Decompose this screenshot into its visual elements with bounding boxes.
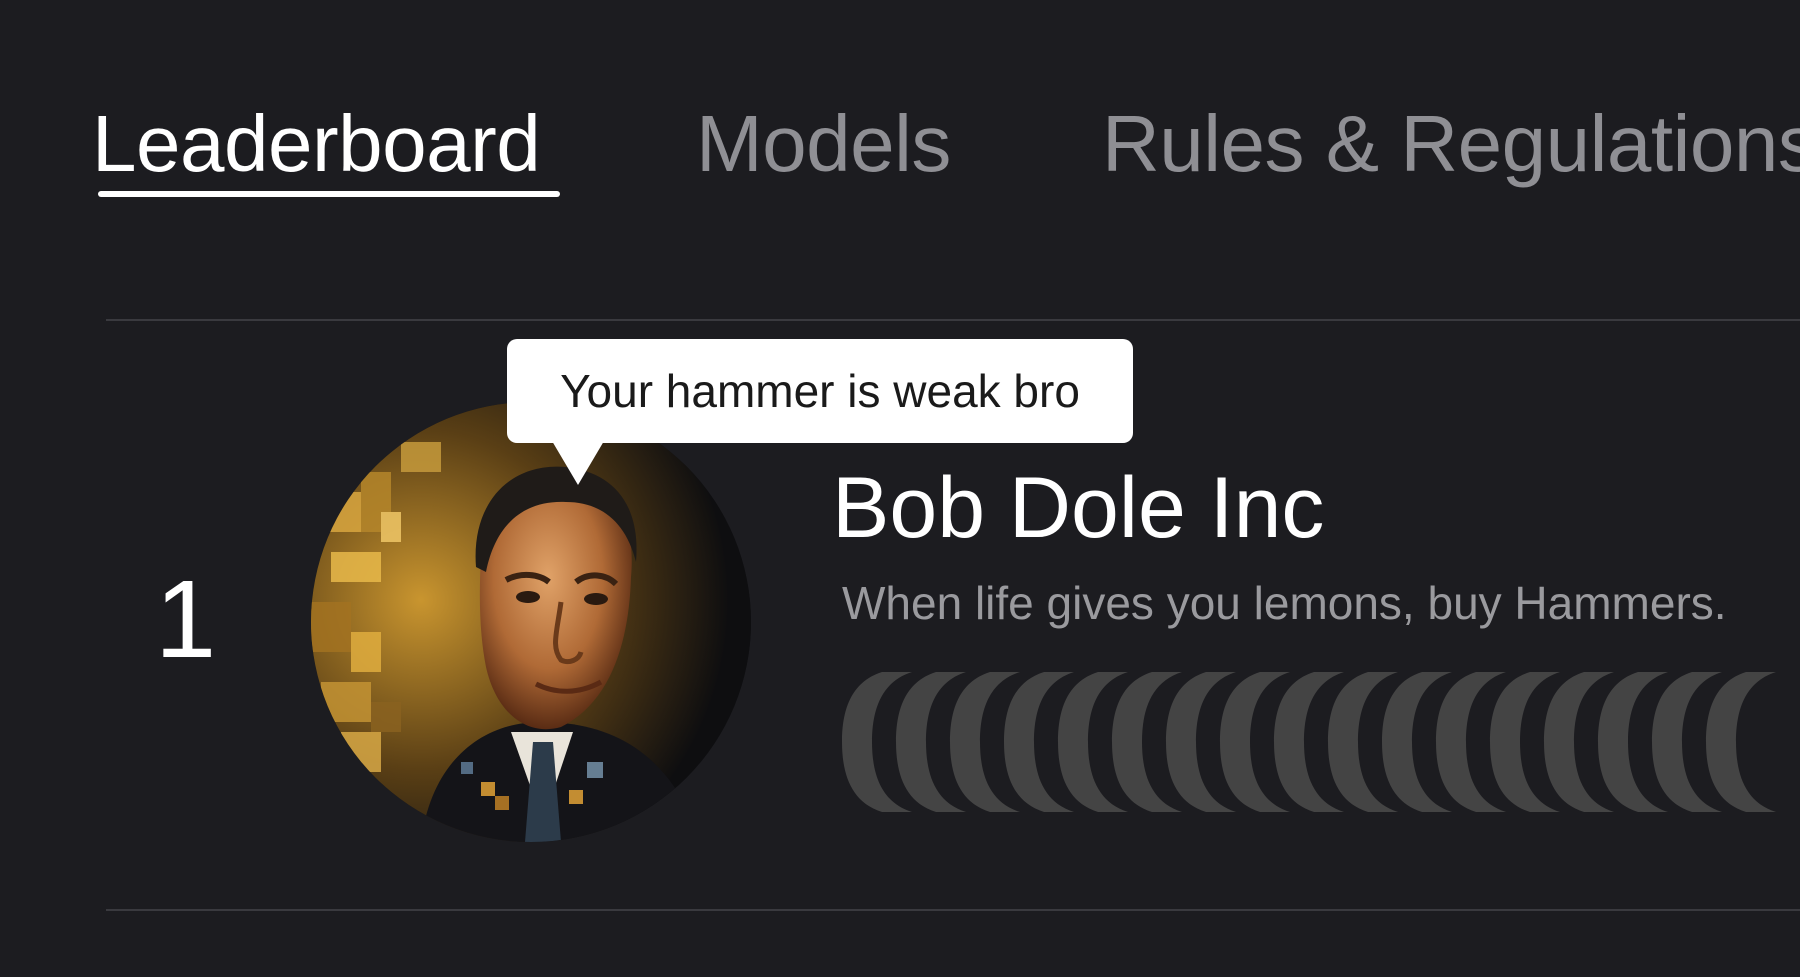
nav-tabs: Leaderboard Models Rules & Regulations bbox=[0, 0, 1800, 220]
row-divider-bottom bbox=[106, 909, 1800, 911]
active-tab-indicator bbox=[98, 191, 560, 197]
rank-number: 1 bbox=[155, 558, 217, 681]
score-strip-graphic bbox=[842, 672, 1776, 812]
tab-models[interactable]: Models bbox=[696, 96, 951, 192]
row-divider-top bbox=[106, 319, 1800, 321]
tooltip: Your hammer is weak bro bbox=[507, 339, 1133, 443]
bar-strip bbox=[842, 672, 1800, 812]
portrait-avatar-icon bbox=[311, 402, 751, 842]
team-motto: When life gives you lemons, buy Hammers. bbox=[842, 577, 1727, 629]
tooltip-pointer bbox=[552, 441, 604, 485]
tab-leaderboard[interactable]: Leaderboard bbox=[92, 96, 541, 192]
team-name[interactable]: Bob Dole Inc bbox=[832, 458, 1324, 558]
team-avatar[interactable] bbox=[311, 402, 751, 842]
tab-rules-and-regulations[interactable]: Rules & Regulations bbox=[1102, 96, 1800, 192]
